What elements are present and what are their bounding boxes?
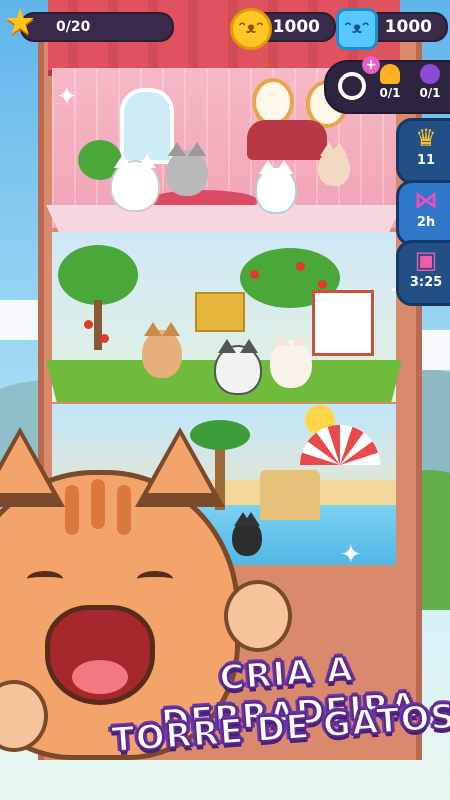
bow-button[interactable]: ⋈ 2h [396,180,450,246]
cat-ear-inner [148,435,212,493]
star-progress-bar[interactable]: 0/20 [20,12,174,42]
orb-icon [420,64,440,84]
tomato [100,334,109,343]
arched-window [120,88,174,164]
cat-coin-icon: ᵔᴥᵔ [230,8,272,50]
apple [318,280,327,289]
gem-value: 1000 [384,17,432,37]
bow-button-label: 2h [416,215,436,230]
cat-ear-inner [0,435,52,493]
coin-value: 1000 [272,17,320,37]
white-cat[interactable] [110,154,160,212]
bow-icon: ⋈ [414,186,438,214]
red-sofa [247,120,327,160]
cat-portrait [252,78,294,126]
gray-cat-in-box[interactable] [166,142,208,196]
fur-stripe [65,485,79,535]
roof-tile [188,0,198,70]
apple [296,262,305,271]
closed-eye [137,571,173,587]
game-scene: ✦ ✦ ✦ 0/20 ★ ᵔᴥᵔ 1000 ᵔᴥᵔ 1000 + 0/1 0/1… [0,0,450,800]
target-ring-icon [338,72,366,100]
gem-counter[interactable]: ᵔᴥᵔ 1000 [336,8,448,50]
gift-icon: ▣ [414,246,438,274]
sand-castle [260,470,320,520]
bell-resource-label: 0/1 [379,86,401,100]
hay-bales [195,292,245,332]
apple-tree [58,245,138,305]
resource-panel[interactable]: + 0/1 0/1 [324,56,450,114]
doghouse [312,290,374,356]
gift-button[interactable]: ▣ 3:25 [396,240,450,306]
orb-resource-label: 0/1 [419,86,441,100]
cat-paw [224,580,292,652]
fur-stripe [91,479,105,529]
fur-stripe [117,485,131,535]
bell-icon [380,64,400,84]
cow-cat[interactable] [214,339,262,395]
gift-button-label: 3:25 [409,275,443,290]
tree-trunk [94,300,102,350]
orb-resource: 0/1 [410,64,450,100]
coin-counter[interactable]: ᵔᴥᵔ 1000 [230,8,336,50]
cat-gem-icon: ᵔᴥᵔ [336,8,378,50]
crown-icon: ♛ [415,124,437,152]
cowboy-cat[interactable] [142,322,182,378]
tomato [84,320,93,329]
sheep-cat[interactable] [270,332,312,388]
apple [250,270,259,279]
cream-cat[interactable] [318,142,350,186]
snorkel-cat[interactable] [232,512,262,556]
sparkle-icon: ✦ [56,82,78,112]
closed-eye [27,571,63,587]
crown-button-label: 11 [416,153,436,168]
crown-button[interactable]: ♛ 11 [396,118,450,184]
sparkle-icon: ✦ [340,540,362,570]
bell-resource: 0/1 [370,64,410,100]
white-cat-blue-eyes[interactable] [255,160,297,214]
floor-ledge [46,205,402,235]
star-progress-label: 0/20 [56,19,91,35]
star-icon: ★ [4,2,37,43]
